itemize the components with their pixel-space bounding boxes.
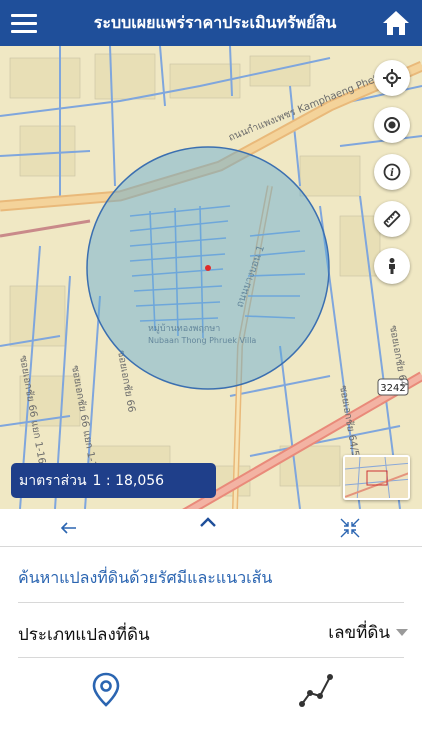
locate-button[interactable] bbox=[374, 60, 410, 96]
measure-button[interactable] bbox=[374, 201, 410, 237]
info-button[interactable]: i bbox=[374, 154, 410, 190]
search-title: ค้นหาแปลงที่ดินด้วยรัศมีและแนวเส้น bbox=[18, 568, 273, 587]
home-button[interactable] bbox=[370, 0, 422, 46]
parcel-type-label: ประเภทแปลงที่ดิน bbox=[18, 625, 150, 645]
chevron-up-icon bbox=[200, 517, 216, 527]
center-marker bbox=[205, 265, 211, 271]
parcel-type-select[interactable]: เลขที่ดิน bbox=[328, 619, 408, 646]
street-view-button[interactable] bbox=[374, 248, 410, 284]
collapse-arrows-icon bbox=[340, 518, 360, 538]
divider bbox=[18, 602, 404, 603]
map-toolbar: i bbox=[374, 60, 410, 284]
map-pin-icon bbox=[92, 672, 120, 707]
divider bbox=[18, 657, 404, 658]
chevron-down-icon bbox=[396, 629, 408, 636]
minimap-thumbnail[interactable] bbox=[343, 455, 410, 500]
locate-icon bbox=[383, 69, 401, 87]
target-icon bbox=[384, 117, 400, 133]
ruler-icon bbox=[383, 210, 401, 228]
panel-nav bbox=[0, 509, 422, 547]
collapse-panel-button[interactable] bbox=[191, 503, 225, 541]
svg-text:i: i bbox=[390, 168, 394, 179]
home-icon bbox=[383, 11, 409, 35]
minimap-image bbox=[345, 457, 408, 498]
scale-value: 1 : 18,056 bbox=[92, 472, 165, 489]
scale-indicator: มาตราส่วน 1 : 18,056 bbox=[11, 463, 216, 498]
shrink-button[interactable] bbox=[333, 509, 367, 547]
search-mode-tabs bbox=[0, 664, 422, 720]
person-icon bbox=[389, 258, 395, 274]
app-bar: ระบบเผยแพร่ราคาประเมินทรัพย์สิน bbox=[0, 0, 422, 46]
menu-button[interactable] bbox=[0, 0, 48, 46]
map-canvas: 3242 ถนนกำแพงเพชร Kamphaeng Phet ถนนบางบ… bbox=[0, 46, 422, 509]
polyline-icon bbox=[299, 674, 333, 707]
page-title: ระบบเผยแพร่ราคาประเมินทรัพย์สิน bbox=[93, 12, 337, 32]
info-icon: i bbox=[383, 163, 401, 181]
scale-label: มาตราส่วน bbox=[19, 472, 87, 489]
arrow-left-icon bbox=[61, 522, 76, 534]
back-button[interactable] bbox=[52, 509, 86, 547]
target-button[interactable] bbox=[374, 107, 410, 143]
line-search-tab[interactable] bbox=[286, 664, 346, 716]
map-view[interactable]: 3242 ถนนกำแพงเพชร Kamphaeng Phet ถนนบางบ… bbox=[0, 46, 422, 509]
parcel-type-value: เลขที่ดิน bbox=[328, 623, 390, 643]
radius-search-tab[interactable] bbox=[76, 664, 136, 716]
menu-icon bbox=[11, 13, 37, 17]
